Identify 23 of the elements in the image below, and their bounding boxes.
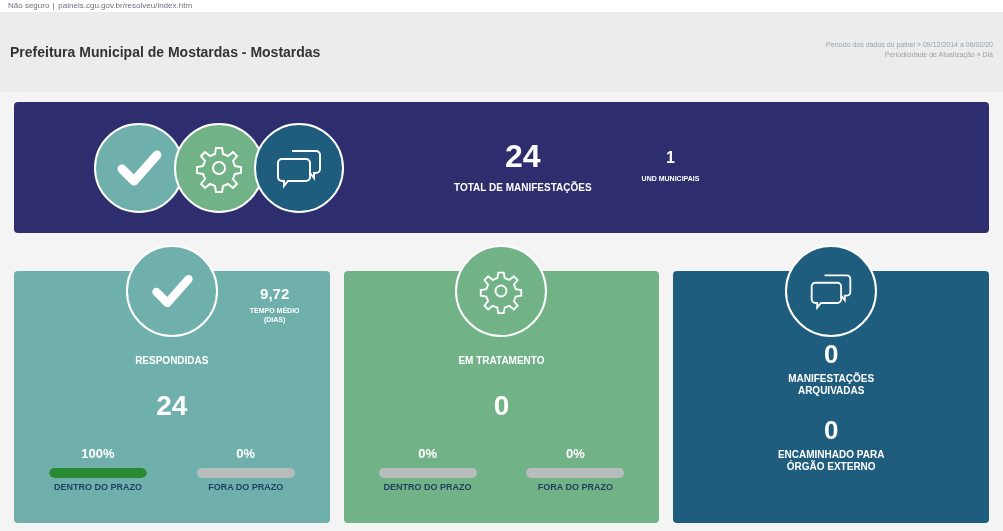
stat-label: ENCAMINHADO PARA ÓRGÃO EXTERNO <box>776 449 886 473</box>
bar-label: DENTRO DO PRAZO <box>383 480 472 494</box>
average-time-value: 9,72 <box>260 284 290 304</box>
percent-value: 0% <box>418 445 437 463</box>
total-count: 24 <box>505 140 541 172</box>
card-title: EM TRATAMENTO <box>458 354 545 368</box>
percent-value: 100% <box>81 445 115 463</box>
card-count: 24 <box>156 392 188 420</box>
card-title: RESPONDIDAS <box>135 354 209 368</box>
page-title: Prefeitura Municipal de Mostardas - Mostardas <box>10 43 321 62</box>
stat-value: 0 <box>823 417 839 443</box>
percent-value: 0% <box>566 445 585 463</box>
stat-value: 0 <box>823 341 839 367</box>
total-label: TOTAL DE MANIFESTAÇÕES <box>454 180 592 195</box>
units-count: 1 <box>666 150 675 167</box>
bar-label: FORA DO PRAZO <box>537 480 613 494</box>
percent-value: 0% <box>236 445 256 463</box>
card-count: 0 <box>493 392 510 420</box>
url-text[interactable]: paineis.cgu.gov.br/resolveu/index.htm <box>58 0 193 12</box>
stat-label: MANIFESTAÇÕES ARQUIVADAS <box>787 373 876 397</box>
bar-label: FORA DO PRAZO <box>208 480 284 494</box>
security-label: Não seguro <box>8 0 50 12</box>
bar-label: DENTRO DO PRAZO <box>53 480 142 494</box>
